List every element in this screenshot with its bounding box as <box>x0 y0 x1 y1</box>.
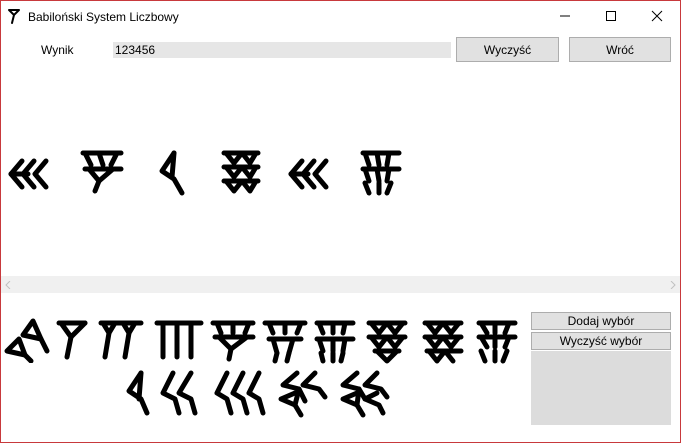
palette-tens-40[interactable] <box>275 369 329 421</box>
title-bar: Babiloński System Liczbowy <box>1 1 680 31</box>
palette-tens-10[interactable] <box>123 369 153 421</box>
palette-units-5[interactable] <box>261 319 311 367</box>
maximize-icon <box>606 11 616 21</box>
add-selection-button[interactable]: Dodaj wybór <box>531 312 671 330</box>
palette-tens-30[interactable] <box>211 369 269 421</box>
palette-zero-sign[interactable] <box>3 317 51 363</box>
clear-selection-button[interactable]: Wyczyść wybór <box>531 332 671 350</box>
symbol-palette <box>1 311 526 421</box>
palette-units-2[interactable] <box>97 319 147 363</box>
display-units-9-glyph <box>221 150 261 194</box>
result-label: Wynik <box>41 43 74 57</box>
maximize-button[interactable] <box>588 1 634 31</box>
window-title: Babiloński System Liczbowy <box>28 10 179 24</box>
palette-units-6[interactable] <box>313 319 359 367</box>
display-tens-30-glyph <box>8 158 49 190</box>
display-tens-30-glyph-2 <box>288 158 329 190</box>
back-button[interactable]: Wróć <box>569 37 671 62</box>
close-button[interactable] <box>634 1 680 31</box>
app-window: Babiloński System Liczbowy Wynik 123456 … <box>0 0 681 443</box>
number-display <box>1 141 680 201</box>
babylonian-wedge-icon <box>8 9 20 24</box>
display-units-6-glyph <box>360 150 402 196</box>
horizontal-scrollbar[interactable] <box>1 276 680 293</box>
palette-tens-20[interactable] <box>157 369 203 421</box>
clear-button[interactable]: Wyczyść <box>456 37 559 62</box>
palette-tens-50[interactable] <box>335 369 393 421</box>
selection-preview <box>531 351 671 425</box>
result-field[interactable]: 123456 <box>113 42 451 58</box>
scroll-left-arrow-icon[interactable] <box>5 281 11 289</box>
palette-units-3[interactable] <box>153 319 205 363</box>
palette-units-8[interactable] <box>419 319 469 369</box>
palette-units-4[interactable] <box>209 319 259 367</box>
scroll-right-arrow-icon[interactable] <box>670 281 676 289</box>
palette-units-1[interactable] <box>55 319 91 363</box>
palette-units-7[interactable] <box>363 319 413 369</box>
display-units-4-glyph <box>80 150 124 194</box>
display-tens-10-glyph <box>159 150 185 196</box>
palette-units-9[interactable] <box>473 319 521 369</box>
close-icon <box>651 10 663 22</box>
minimize-icon <box>560 15 570 17</box>
minimize-button[interactable] <box>542 1 588 31</box>
